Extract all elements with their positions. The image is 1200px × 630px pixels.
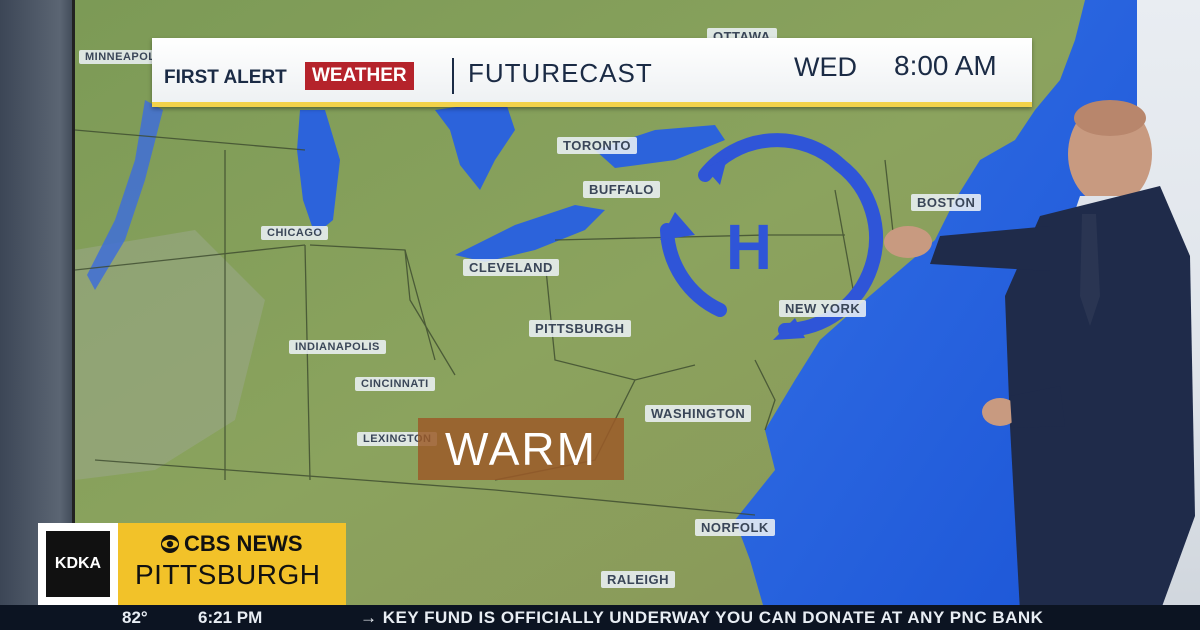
city-label-cincinnati: CINCINNATI	[355, 377, 435, 391]
ticker-clock: 6:21 PM	[198, 608, 263, 627]
city-label-cleveland: CLEVELAND	[463, 259, 559, 276]
ticker-temperature: 82°	[122, 608, 148, 627]
city-label-raleigh: RALEIGH	[601, 571, 675, 588]
forecast-day: WED	[794, 52, 857, 82]
station-city: PITTSBURGH	[135, 559, 321, 590]
network-name: CBS NEWS	[184, 531, 303, 556]
banner-divider	[452, 58, 454, 94]
weather-badge: WEATHER	[305, 62, 414, 90]
city-label-washington: WASHINGTON	[645, 405, 752, 422]
pressure-letter: H	[725, 211, 773, 283]
segment-title: FUTURECAST	[468, 58, 653, 88]
presenter	[860, 96, 1200, 612]
city-label-new-york: NEW YORK	[779, 300, 867, 317]
first-alert-label: FIRST ALERT	[164, 67, 287, 88]
ticker-crawl-text: → KEY FUND IS OFFICIALLY UNDERWAY YOU CA…	[360, 608, 1044, 627]
warm-label: WARM	[418, 418, 624, 480]
city-label-buffalo: BUFFALO	[583, 181, 660, 198]
cbs-eye-icon	[161, 535, 179, 553]
forecast-time: 8:00 AM	[894, 50, 997, 81]
city-label-norfolk: NORFOLK	[695, 519, 775, 536]
city-label-indianapolis: INDIANAPOLIS	[289, 340, 386, 354]
city-label-chicago: CHICAGO	[261, 226, 329, 240]
city-label-pittsburgh: PITTSBURGH	[529, 320, 631, 337]
station-logo: KDKA	[46, 531, 110, 597]
city-label-toronto: TORONTO	[557, 137, 638, 154]
